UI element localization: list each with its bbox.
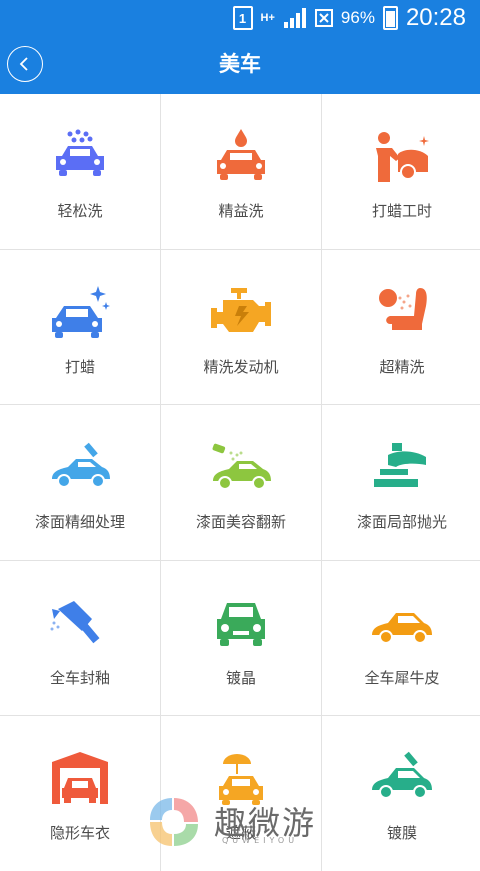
service-label: 全车犀牛皮 xyxy=(364,668,440,687)
service-label: 镀晶 xyxy=(225,668,256,687)
signal-icon xyxy=(283,8,306,28)
service-paint-renew[interactable]: 漆面美容翻新 xyxy=(161,405,321,560)
status-bar: 1 H+ 96% 20:28 xyxy=(0,0,480,34)
service-full-glaze[interactable]: 全车封釉 xyxy=(0,560,160,715)
service-label: 漆面精细处理 xyxy=(34,513,125,531)
service-label: 打蜡工时 xyxy=(371,202,432,220)
car-sparkle-icon xyxy=(52,285,110,338)
data-saver-icon xyxy=(314,9,333,27)
service-wax-labor[interactable]: 打蜡工时 xyxy=(322,94,480,249)
sim-indicator: 1 xyxy=(232,6,253,30)
watermark-subtext: QUWEIYOU xyxy=(222,836,299,845)
brand-logo-icon xyxy=(150,798,198,846)
nav-bar: 美车 xyxy=(0,34,480,94)
service-engine-wash[interactable]: 精洗发动机 xyxy=(161,249,321,404)
service-label: 镀膜 xyxy=(386,824,417,842)
service-label: 精益洗 xyxy=(218,202,264,220)
car-front-icon xyxy=(217,602,265,646)
page-title: 美车 xyxy=(219,52,261,76)
car-drop-icon xyxy=(217,129,265,180)
service-label: 全车封釉 xyxy=(49,668,110,687)
service-label: 精洗发动机 xyxy=(203,357,279,376)
car-paint-icon xyxy=(52,442,110,488)
service-invisible-wrap[interactable]: 隐形车衣 xyxy=(0,716,160,871)
service-label: 超精洗 xyxy=(379,357,425,376)
network-type: H+ xyxy=(260,12,275,24)
garage-icon xyxy=(52,752,108,804)
car-spray-icon xyxy=(212,443,271,490)
service-crystal-coating[interactable]: 镀晶 xyxy=(161,560,321,715)
watermark-logo: 趣微游 QUWEIYOU xyxy=(144,794,344,850)
service-coating[interactable]: 镀膜 xyxy=(322,716,480,871)
service-easy-wash[interactable]: 轻松洗 xyxy=(0,94,160,249)
service-label: 漆面局部抛光 xyxy=(356,513,447,531)
service-label: 轻松洗 xyxy=(57,202,103,220)
service-grid: 轻松洗 精益洗 打蜡工时 打蜡 精洗发动机 超精洗 漆面精细处理 漆面美容翻新 … xyxy=(0,94,480,871)
car-wash-icon xyxy=(56,129,104,176)
battery-percent: 96% xyxy=(340,8,375,27)
service-local-polish[interactable]: 漆面局部抛光 xyxy=(322,405,480,560)
service-lean-wash[interactable]: 精益洗 xyxy=(161,94,321,249)
engine-icon xyxy=(211,287,271,332)
battery-icon xyxy=(382,6,398,30)
seat-spray-icon xyxy=(379,287,427,330)
worker-polish-icon xyxy=(376,132,429,182)
service-label: 隐形车衣 xyxy=(49,824,110,842)
service-label: 漆面美容翻新 xyxy=(195,513,286,531)
service-rhino-skin[interactable]: 全车犀牛皮 xyxy=(322,560,480,715)
service-wax[interactable]: 打蜡 xyxy=(0,249,160,404)
polisher-icon xyxy=(374,443,426,487)
car-side-icon xyxy=(372,612,432,644)
spray-gun-icon xyxy=(50,600,100,643)
car-coat-icon xyxy=(372,751,432,799)
service-paint-detail[interactable]: 漆面精细处理 xyxy=(0,405,160,560)
clock: 20:28 xyxy=(405,4,466,31)
service-super-wash[interactable]: 超精洗 xyxy=(322,249,480,404)
service-label: 打蜡 xyxy=(64,357,95,376)
